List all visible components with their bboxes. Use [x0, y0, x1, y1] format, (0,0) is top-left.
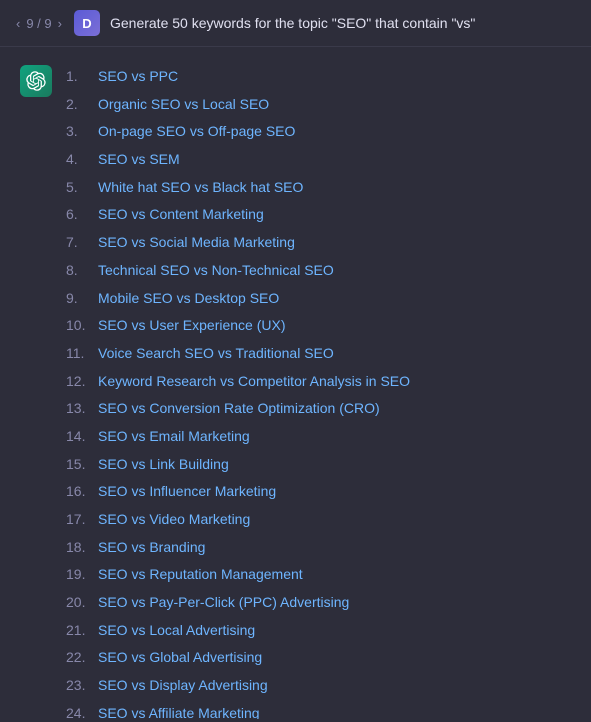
list-item: 17.SEO vs Video Marketing: [66, 506, 571, 534]
item-number: 5.: [66, 177, 94, 199]
item-number: 7.: [66, 232, 94, 254]
list-item: 24. SEO vs Affiliate Marketing: [66, 700, 571, 719]
list-item: 11.Voice Search SEO vs Traditional SEO: [66, 340, 571, 368]
list-item: 13.SEO vs Conversion Rate Optimization (…: [66, 395, 571, 423]
list-item: 16.SEO vs Influencer Marketing: [66, 478, 571, 506]
keyword-text: SEO vs Social Media Marketing: [98, 234, 295, 250]
keyword-text: On-page SEO vs Off-page SEO: [98, 123, 295, 139]
keyword-list: 1.SEO vs PPC2.Organic SEO vs Local SEO3.…: [66, 63, 571, 719]
keyword-text: Mobile SEO vs Desktop SEO: [98, 290, 279, 306]
list-item: 10.SEO vs User Experience (UX): [66, 312, 571, 340]
item-number: 20.: [66, 592, 94, 614]
item-number: 3.: [66, 121, 94, 143]
user-avatar: D: [74, 10, 100, 36]
list-item: 19.SEO vs Reputation Management: [66, 561, 571, 589]
list-item: 8.Technical SEO vs Non-Technical SEO: [66, 257, 571, 285]
list-item: 9.Mobile SEO vs Desktop SEO: [66, 285, 571, 313]
keyword-text: SEO vs Email Marketing: [98, 428, 250, 444]
keyword-text: Technical SEO vs Non-Technical SEO: [98, 262, 334, 278]
item-number: 21.: [66, 620, 94, 642]
item-number: 16.: [66, 481, 94, 503]
list-item: 5.White hat SEO vs Black hat SEO: [66, 174, 571, 202]
item-number: 17.: [66, 509, 94, 531]
item-number: 13.: [66, 398, 94, 420]
keyword-text: SEO vs User Experience (UX): [98, 317, 286, 333]
item-number: 24.: [66, 703, 94, 719]
keyword-text: SEO vs Video Marketing: [98, 511, 250, 527]
item-number: 15.: [66, 454, 94, 476]
keyword-text: SEO vs Local Advertising: [98, 622, 255, 638]
list-item: 22.SEO vs Global Advertising: [66, 644, 571, 672]
item-number: 22.: [66, 647, 94, 669]
item-number: 6.: [66, 204, 94, 226]
item-number: 11.: [66, 343, 94, 365]
list-item: 14.SEO vs Email Marketing: [66, 423, 571, 451]
keyword-text: SEO vs Affiliate Marketing: [98, 705, 260, 719]
item-number: 18.: [66, 537, 94, 559]
keyword-text: SEO vs Link Building: [98, 456, 229, 472]
list-item: 2.Organic SEO vs Local SEO: [66, 91, 571, 119]
list-item: 12.Keyword Research vs Competitor Analys…: [66, 368, 571, 396]
keyword-text: SEO vs Pay-Per-Click (PPC) Advertising: [98, 594, 349, 610]
ai-icon: [20, 65, 52, 97]
item-number: 23.: [66, 675, 94, 697]
header-title: Generate 50 keywords for the topic "SEO"…: [110, 15, 475, 31]
list-item: 4.SEO vs SEM: [66, 146, 571, 174]
item-number: 14.: [66, 426, 94, 448]
item-number: 12.: [66, 371, 94, 393]
keyword-text: SEO vs Display Advertising: [98, 677, 268, 693]
keyword-text: SEO vs Global Advertising: [98, 649, 262, 665]
response-block: 1.SEO vs PPC2.Organic SEO vs Local SEO3.…: [20, 63, 571, 719]
item-number: 2.: [66, 94, 94, 116]
navigation-arrows[interactable]: ‹ 9 / 9 ›: [14, 16, 64, 31]
keyword-text: SEO vs SEM: [98, 151, 180, 167]
content-area: 1.SEO vs PPC2.Organic SEO vs Local SEO3.…: [0, 47, 591, 719]
item-number: 10.: [66, 315, 94, 337]
keyword-text: SEO vs Branding: [98, 539, 205, 555]
list-item: 18.SEO vs Branding: [66, 534, 571, 562]
list-item: 7.SEO vs Social Media Marketing: [66, 229, 571, 257]
list-item: 6.SEO vs Content Marketing: [66, 201, 571, 229]
keyword-text: SEO vs PPC: [98, 68, 178, 84]
item-number: 1.: [66, 66, 94, 88]
list-item: 23.SEO vs Display Advertising: [66, 672, 571, 700]
prev-arrow[interactable]: ‹: [14, 16, 22, 31]
keyword-text: Voice Search SEO vs Traditional SEO: [98, 345, 334, 361]
keyword-text: SEO vs Conversion Rate Optimization (CRO…: [98, 400, 380, 416]
item-number: 4.: [66, 149, 94, 171]
list-item: 21.SEO vs Local Advertising: [66, 617, 571, 645]
keyword-text: White hat SEO vs Black hat SEO: [98, 179, 303, 195]
list-item: 3.On-page SEO vs Off-page SEO: [66, 118, 571, 146]
keyword-text: SEO vs Content Marketing: [98, 206, 264, 222]
item-number: 8.: [66, 260, 94, 282]
list-item: 20.SEO vs Pay-Per-Click (PPC) Advertisin…: [66, 589, 571, 617]
keyword-text: SEO vs Influencer Marketing: [98, 483, 276, 499]
item-number: 9.: [66, 288, 94, 310]
next-arrow[interactable]: ›: [56, 16, 64, 31]
keyword-text: Organic SEO vs Local SEO: [98, 96, 269, 112]
list-item: 15.SEO vs Link Building: [66, 451, 571, 479]
page-counter: 9 / 9: [24, 16, 53, 31]
keyword-text: SEO vs Reputation Management: [98, 566, 303, 582]
item-number: 19.: [66, 564, 94, 586]
list-item: 1.SEO vs PPC: [66, 63, 571, 91]
keyword-text: Keyword Research vs Competitor Analysis …: [98, 373, 410, 389]
header: ‹ 9 / 9 › D Generate 50 keywords for the…: [0, 0, 591, 47]
